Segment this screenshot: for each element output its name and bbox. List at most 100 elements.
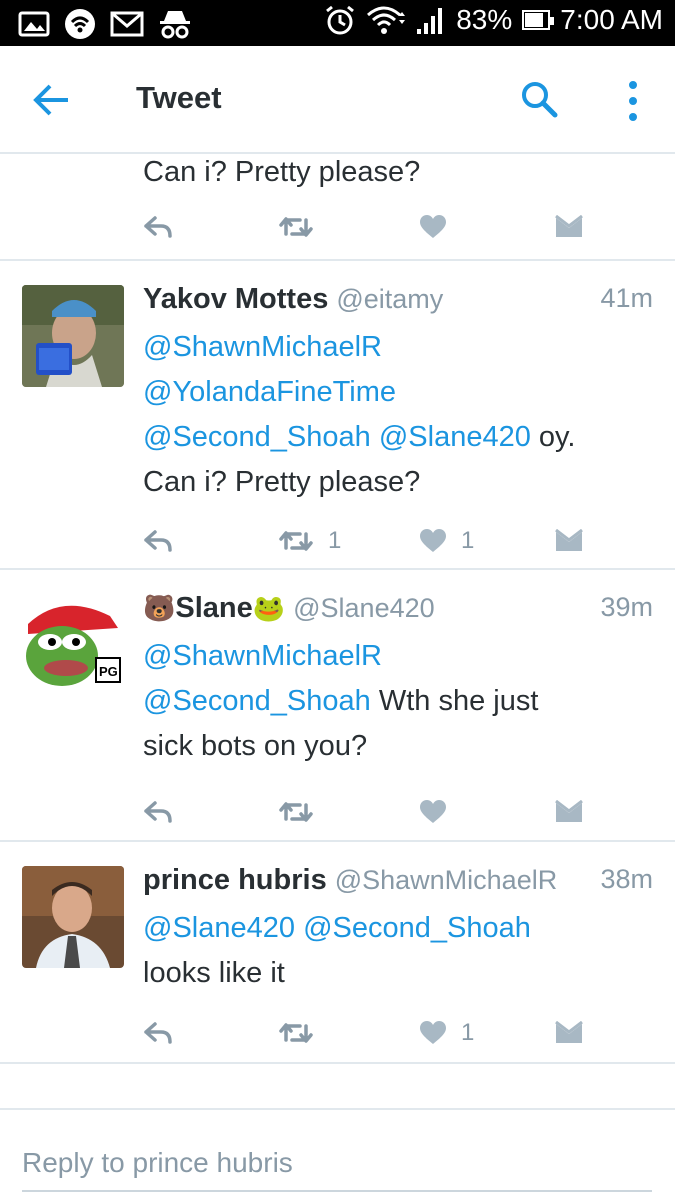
reply-button[interactable] [143, 794, 173, 830]
retweet-icon [279, 217, 313, 237]
tweet-text: @Slane420 @Second_Shoah looks like it [143, 906, 653, 996]
direct-message-button[interactable] [555, 209, 583, 245]
tweet-header: prince hubris @ShawnMichaelR 38m [143, 864, 653, 904]
like-count: 1 [461, 527, 475, 554]
like-button[interactable]: 1 [419, 1015, 474, 1051]
back-button[interactable] [30, 80, 74, 120]
avatar-image [22, 594, 124, 696]
heart-icon [420, 529, 446, 552]
tweet-text-after: looks like it [143, 957, 285, 989]
reply-icon [144, 801, 172, 823]
tweet-text-after: sick bots on you? [143, 730, 368, 762]
tweet-text-after: Can i? Pretty please? [143, 466, 421, 498]
author-handle[interactable]: @Slane420 [293, 593, 435, 623]
author-name[interactable]: Slane [175, 592, 252, 624]
retweet-button[interactable]: 1 [278, 523, 341, 559]
tweet-text-inline: Wth she just [370, 685, 539, 717]
envelope-icon [555, 529, 583, 551]
mention-link[interactable]: @Second_Shoah [303, 912, 531, 944]
retweet-button[interactable] [278, 209, 314, 245]
gmail-icon [110, 11, 144, 37]
retweet-count: 1 [328, 527, 342, 554]
frog-emoji: 🐸 [252, 593, 286, 623]
reply-icon [144, 216, 172, 238]
direct-message-button[interactable] [555, 794, 583, 830]
reply-icon [144, 1022, 172, 1044]
tweet-actions: 1 [143, 1015, 593, 1051]
avatar-image [22, 285, 124, 387]
tweet-header: Yakov Mottes @eitamy 41m [143, 283, 653, 323]
alarm-icon [326, 5, 355, 35]
envelope-icon [555, 215, 583, 237]
like-count: 1 [461, 1019, 475, 1046]
search-button[interactable] [518, 78, 562, 122]
conversation-thread: Can i? Pretty please? Yakov Mottes @eita… [0, 154, 675, 1064]
like-button[interactable]: 1 [419, 523, 474, 559]
retweet-icon [279, 531, 313, 551]
retweet-icon [279, 1023, 313, 1043]
tweet-text: @ShawnMichaelR @Second_Shoah Wth she jus… [143, 634, 653, 769]
tweet-actions [143, 209, 593, 245]
retweet-button[interactable] [278, 794, 314, 830]
heart-icon [420, 1021, 446, 1044]
reply-button[interactable] [143, 209, 173, 245]
incognito-icon [160, 11, 190, 39]
direct-message-button[interactable] [555, 523, 583, 559]
tweet-text: Can i? Pretty please? [143, 156, 421, 188]
app-header: Tweet [0, 46, 675, 154]
heart-icon [420, 800, 446, 823]
bear-emoji: 🐻 [143, 593, 176, 623]
mention-link[interactable]: @ShawnMichaelR [143, 640, 382, 672]
tweet-text-inline: oy. [530, 421, 576, 453]
reply-button[interactable] [143, 1015, 173, 1051]
mention-link[interactable]: @Slane420 [379, 421, 531, 453]
tweet-text: @ShawnMichaelR @YolandaFineTime @Second_… [143, 325, 653, 505]
like-button[interactable] [419, 209, 447, 245]
battery-level [525, 13, 544, 27]
tweet-item[interactable]: prince hubris @ShawnMichaelR 38m @Slane42… [0, 842, 675, 1064]
retweet-icon [279, 802, 313, 822]
direct-message-button[interactable] [555, 1015, 583, 1051]
author-name[interactable]: prince hubris [143, 864, 327, 896]
status-bar: 83% 7:00 AM [0, 0, 675, 46]
like-button[interactable] [419, 794, 447, 830]
tweet-item[interactable]: Yakov Mottes @eitamy 41m @ShawnMichaelR @… [0, 261, 675, 570]
mention-link[interactable]: @ShawnMichaelR [143, 331, 382, 363]
tweet-item[interactable]: PG 🐻Slane🐸 @Slane420 39m @ShawnMichaelR @… [0, 570, 675, 842]
tweet-time: 38m [600, 864, 653, 894]
mention-link[interactable]: @YolandaFineTime [143, 376, 396, 408]
author-handle[interactable]: @eitamy [336, 284, 443, 314]
avatar-badge-text: PG [99, 664, 118, 679]
heart-icon [420, 215, 446, 238]
author-name[interactable]: Yakov Mottes [143, 283, 328, 315]
battery-percent: 83% [456, 4, 513, 35]
author-handle[interactable]: @ShawnMichaelR [335, 865, 558, 895]
mention-link[interactable]: @Second_Shoah [143, 685, 371, 717]
avatar-image [22, 866, 124, 968]
image-icon [18, 11, 50, 37]
wifi-icon [367, 6, 406, 34]
retweet-button[interactable] [278, 1015, 314, 1051]
reply-button[interactable] [143, 523, 173, 559]
more-vertical-icon [629, 81, 637, 121]
avatar[interactable]: PG [22, 594, 124, 696]
reply-icon [144, 530, 172, 552]
tweet-time: 39m [600, 592, 653, 622]
mention-link[interactable]: @Second_Shoah [143, 421, 371, 453]
signal-icon [417, 8, 443, 34]
tweet-actions [143, 794, 593, 830]
reply-input[interactable] [22, 1136, 652, 1192]
tweet-actions: 1 1 [143, 523, 593, 559]
search-icon [522, 82, 558, 118]
mention-link[interactable]: @Slane420 [143, 912, 295, 944]
reply-bar [0, 1108, 675, 1200]
avatar[interactable] [22, 285, 124, 387]
tweet-item[interactable]: Can i? Pretty please? [0, 154, 675, 261]
back-arrow-icon [33, 84, 68, 116]
page-title: Tweet [136, 80, 222, 115]
envelope-icon [555, 1021, 583, 1043]
avatar[interactable] [22, 866, 124, 968]
envelope-icon [555, 800, 583, 822]
more-options-button[interactable] [620, 78, 646, 124]
tweet-time: 41m [600, 283, 653, 313]
